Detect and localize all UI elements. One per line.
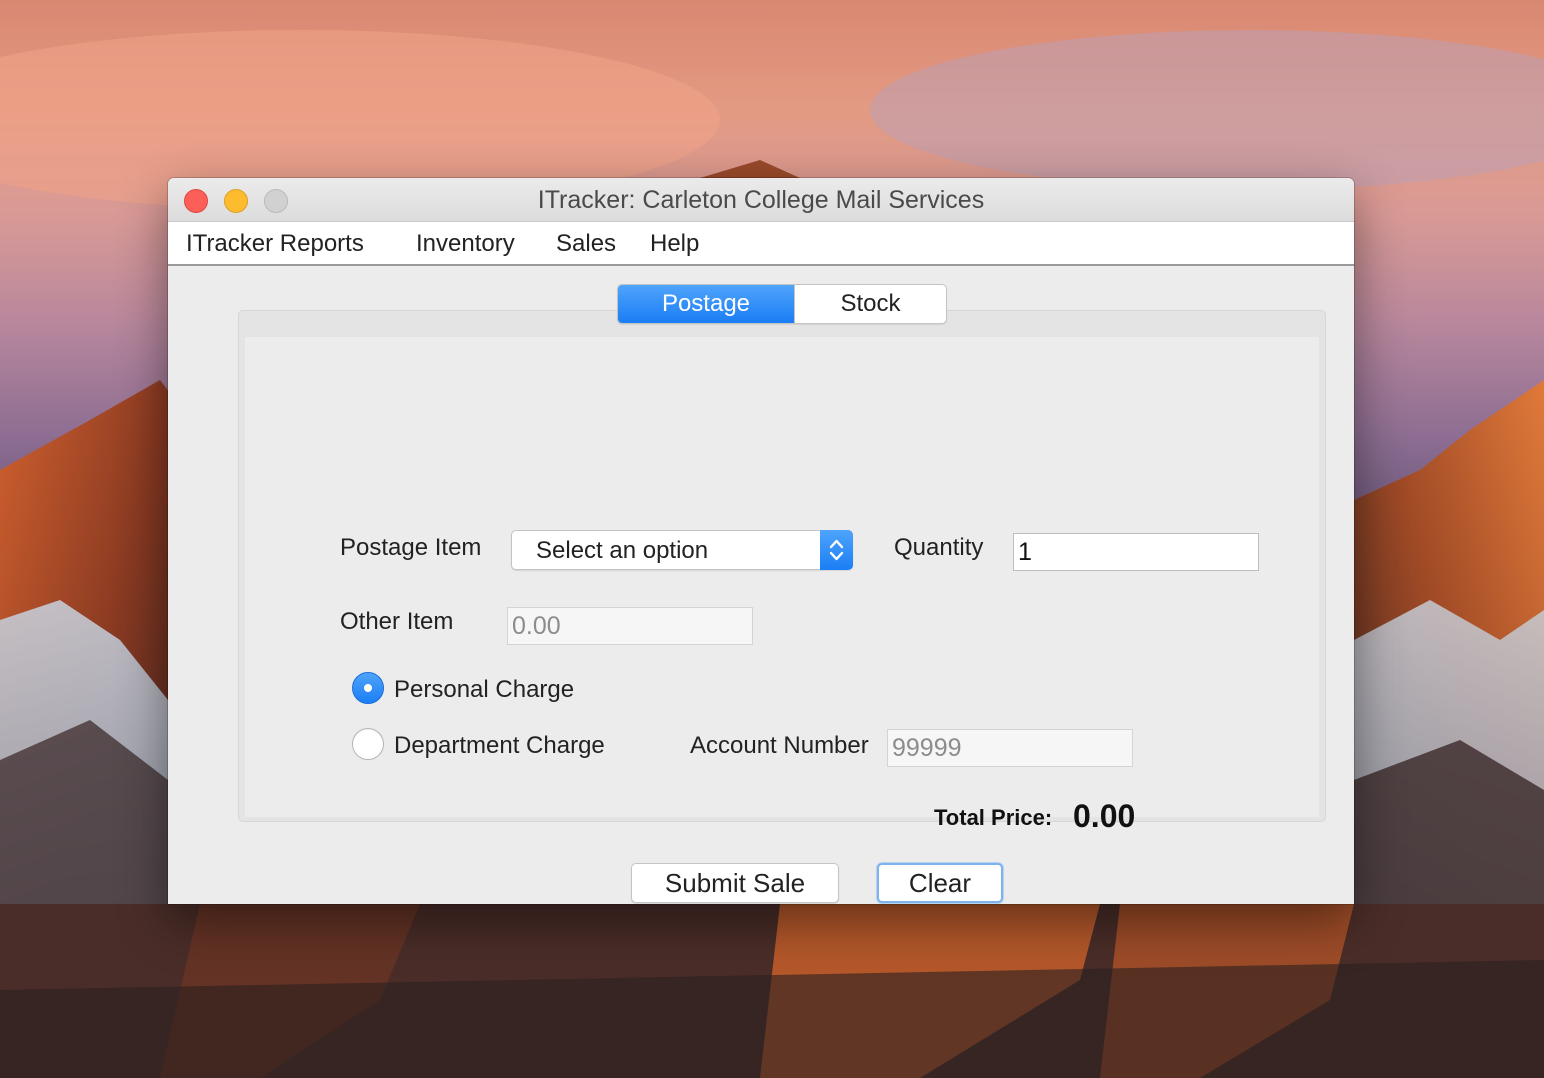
personal-charge-radio[interactable] <box>352 672 384 704</box>
personal-charge-label[interactable]: Personal Charge <box>394 676 574 704</box>
menu-bar: ITracker Reports Inventory Sales Help <box>168 222 1354 266</box>
menu-help[interactable]: Help <box>650 230 699 258</box>
quantity-field[interactable]: 1 <box>1013 533 1259 571</box>
window-title: ITracker: Carleton College Mail Services <box>537 186 985 214</box>
department-charge-label[interactable]: Department Charge <box>394 732 605 760</box>
total-price-label: Total Price: <box>934 805 1053 830</box>
tab-postage-sale[interactable]: Postage Sale <box>618 285 794 323</box>
menu-sales[interactable]: Sales <box>556 230 616 258</box>
other-item-field[interactable]: 0.00 <box>507 607 753 645</box>
postage-item-label: Postage Item <box>340 534 482 561</box>
account-number-label: Account Number <box>690 732 869 759</box>
clear-button[interactable]: Clear <box>877 863 1003 903</box>
submit-sale-button[interactable]: Submit Sale <box>631 863 839 903</box>
postage-item-select-value: Select an option <box>536 537 709 564</box>
tab-stock-sale[interactable]: Stock Sale <box>794 285 946 323</box>
postage-item-select[interactable]: Select an option <box>511 530 853 570</box>
app-window: ITracker: Carleton College Mail Services… <box>168 178 1354 904</box>
total-price-value: 0.00 <box>1073 798 1136 834</box>
quantity-label: Quantity <box>894 534 984 561</box>
title-bar[interactable]: ITracker: Carleton College Mail Services <box>168 178 1354 222</box>
account-number-field[interactable]: 99999 <box>887 729 1133 767</box>
menu-inventory[interactable]: Inventory <box>416 230 515 258</box>
sale-tabs: Postage Sale Stock Sale <box>617 284 947 324</box>
select-chevron-up-down-icon <box>820 530 853 570</box>
other-item-label: Other Item <box>340 608 454 635</box>
department-charge-radio[interactable] <box>352 728 384 760</box>
main-content: Postage Sale Stock Sale Postage Item Sel… <box>168 266 1354 904</box>
menu-itracker-reports[interactable]: ITracker Reports <box>186 230 364 258</box>
